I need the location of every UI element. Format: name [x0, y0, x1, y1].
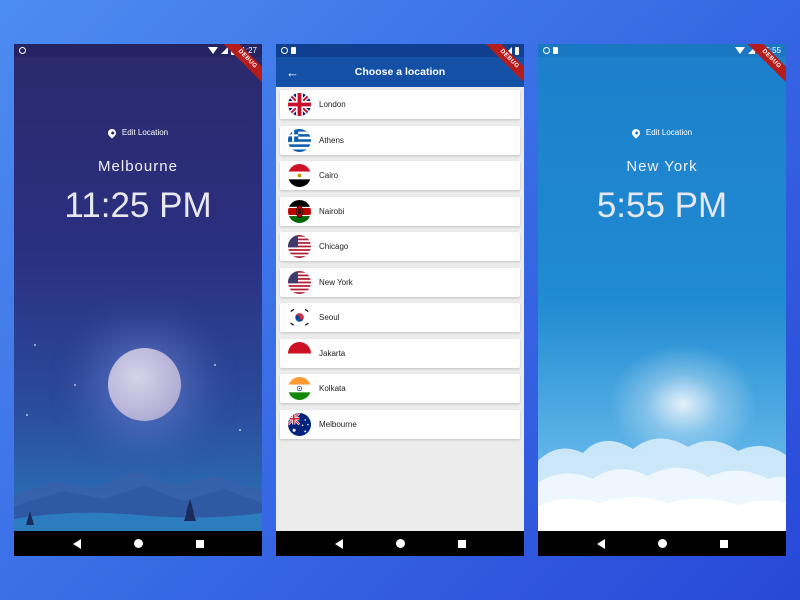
- notification-icon: [19, 47, 26, 54]
- location-label: Chicago: [319, 242, 349, 251]
- nav-home-icon[interactable]: [133, 539, 143, 548]
- wifi-icon: [207, 47, 218, 54]
- city-name: New York: [626, 158, 698, 175]
- nav-back-icon[interactable]: [596, 538, 605, 549]
- location-item-athens[interactable]: Athens: [280, 125, 520, 155]
- android-navigation-bar: [276, 531, 524, 556]
- current-time: 5:55 PM: [596, 186, 728, 225]
- star-decoration: [34, 344, 36, 346]
- location-item-london[interactable]: London: [280, 90, 520, 119]
- location-pin-icon: [630, 126, 642, 139]
- phone-screen-location-list: DEBUG ← Choose a location London Athens …: [276, 44, 524, 556]
- location-item-kolkata[interactable]: Kolkata: [280, 374, 520, 403]
- star-decoration: [26, 414, 28, 416]
- egypt-flag-icon: [288, 164, 311, 187]
- nav-back-icon[interactable]: [334, 538, 343, 549]
- indonesia-flag-icon: [288, 341, 311, 365]
- uk-flag-icon: [288, 93, 311, 116]
- notification-icon: [281, 47, 288, 54]
- back-arrow-icon[interactable]: ←: [286, 65, 300, 80]
- current-time: 11:25 PM: [64, 186, 212, 225]
- notification-icon: [543, 47, 550, 54]
- location-item-nairobi[interactable]: Nairobi: [280, 196, 520, 226]
- edit-location-label: Edit Location: [121, 128, 169, 137]
- edit-location-button[interactable]: Edit Location: [14, 126, 262, 139]
- nav-back-icon[interactable]: [72, 538, 81, 549]
- nav-recents-icon[interactable]: [457, 539, 466, 548]
- kenya-flag-icon: [288, 199, 311, 223]
- edit-location-button[interactable]: Edit Location: [538, 126, 786, 139]
- mountain-landscape-illustration: [14, 471, 262, 531]
- nav-home-icon[interactable]: [657, 539, 667, 548]
- nav-home-icon[interactable]: [395, 539, 405, 548]
- nav-recents-icon[interactable]: [195, 539, 204, 548]
- location-label: Melbourne: [319, 419, 357, 429]
- location-label: Cairo: [319, 171, 339, 180]
- android-navigation-bar: [538, 531, 786, 556]
- phone-screen-new-york: 5:55 DEBUG Edit Location New York 5:55 P…: [538, 44, 786, 556]
- australia-flag-icon: [288, 412, 311, 436]
- location-item-chicago[interactable]: Chicago: [280, 232, 520, 261]
- location-item-cairo[interactable]: Cairo: [280, 161, 520, 190]
- battery-icon: [515, 46, 519, 55]
- clouds-illustration: [538, 438, 786, 531]
- location-pin-icon: [106, 126, 118, 139]
- location-item-melbourne[interactable]: Melbourne: [280, 409, 520, 439]
- star-decoration: [239, 429, 241, 431]
- edit-location-label: Edit Location: [645, 128, 693, 137]
- location-label: Seoul: [319, 313, 340, 322]
- android-navigation-bar: [14, 531, 262, 556]
- india-flag-icon: [288, 377, 311, 400]
- usa-flag-icon: [288, 235, 311, 258]
- moon-illustration: [108, 348, 181, 421]
- location-label: Jakarta: [319, 348, 346, 358]
- location-item-seoul[interactable]: Seoul: [280, 303, 520, 332]
- location-label: Kolkata: [319, 384, 346, 393]
- location-label: New York: [319, 277, 353, 287]
- south-korea-flag-icon: [288, 306, 311, 329]
- app-bar: ← Choose a location: [276, 57, 524, 87]
- phone-screen-melbourne: 11:27 DEBUG Edit Location Melbourne 11:2…: [14, 44, 262, 556]
- usa-flag-icon: [288, 270, 311, 294]
- location-label: Athens: [319, 135, 344, 145]
- location-item-jakarta[interactable]: Jakarta: [280, 338, 520, 368]
- sd-card-icon: [291, 47, 296, 54]
- location-item-new-york[interactable]: New York: [280, 267, 520, 297]
- city-name: Melbourne: [98, 158, 178, 175]
- wifi-icon: [735, 47, 746, 54]
- location-list: London Athens Cairo Nairobi Chicago New …: [280, 90, 520, 445]
- location-label: London: [319, 100, 346, 109]
- sd-card-icon: [553, 47, 558, 54]
- star-decoration: [74, 384, 76, 386]
- greece-flag-icon: [288, 128, 311, 152]
- signal-icon: [220, 47, 228, 54]
- page-title: Choose a location: [354, 66, 446, 78]
- nav-recents-icon[interactable]: [719, 539, 728, 548]
- star-decoration: [214, 364, 216, 366]
- location-label: Nairobi: [319, 206, 345, 216]
